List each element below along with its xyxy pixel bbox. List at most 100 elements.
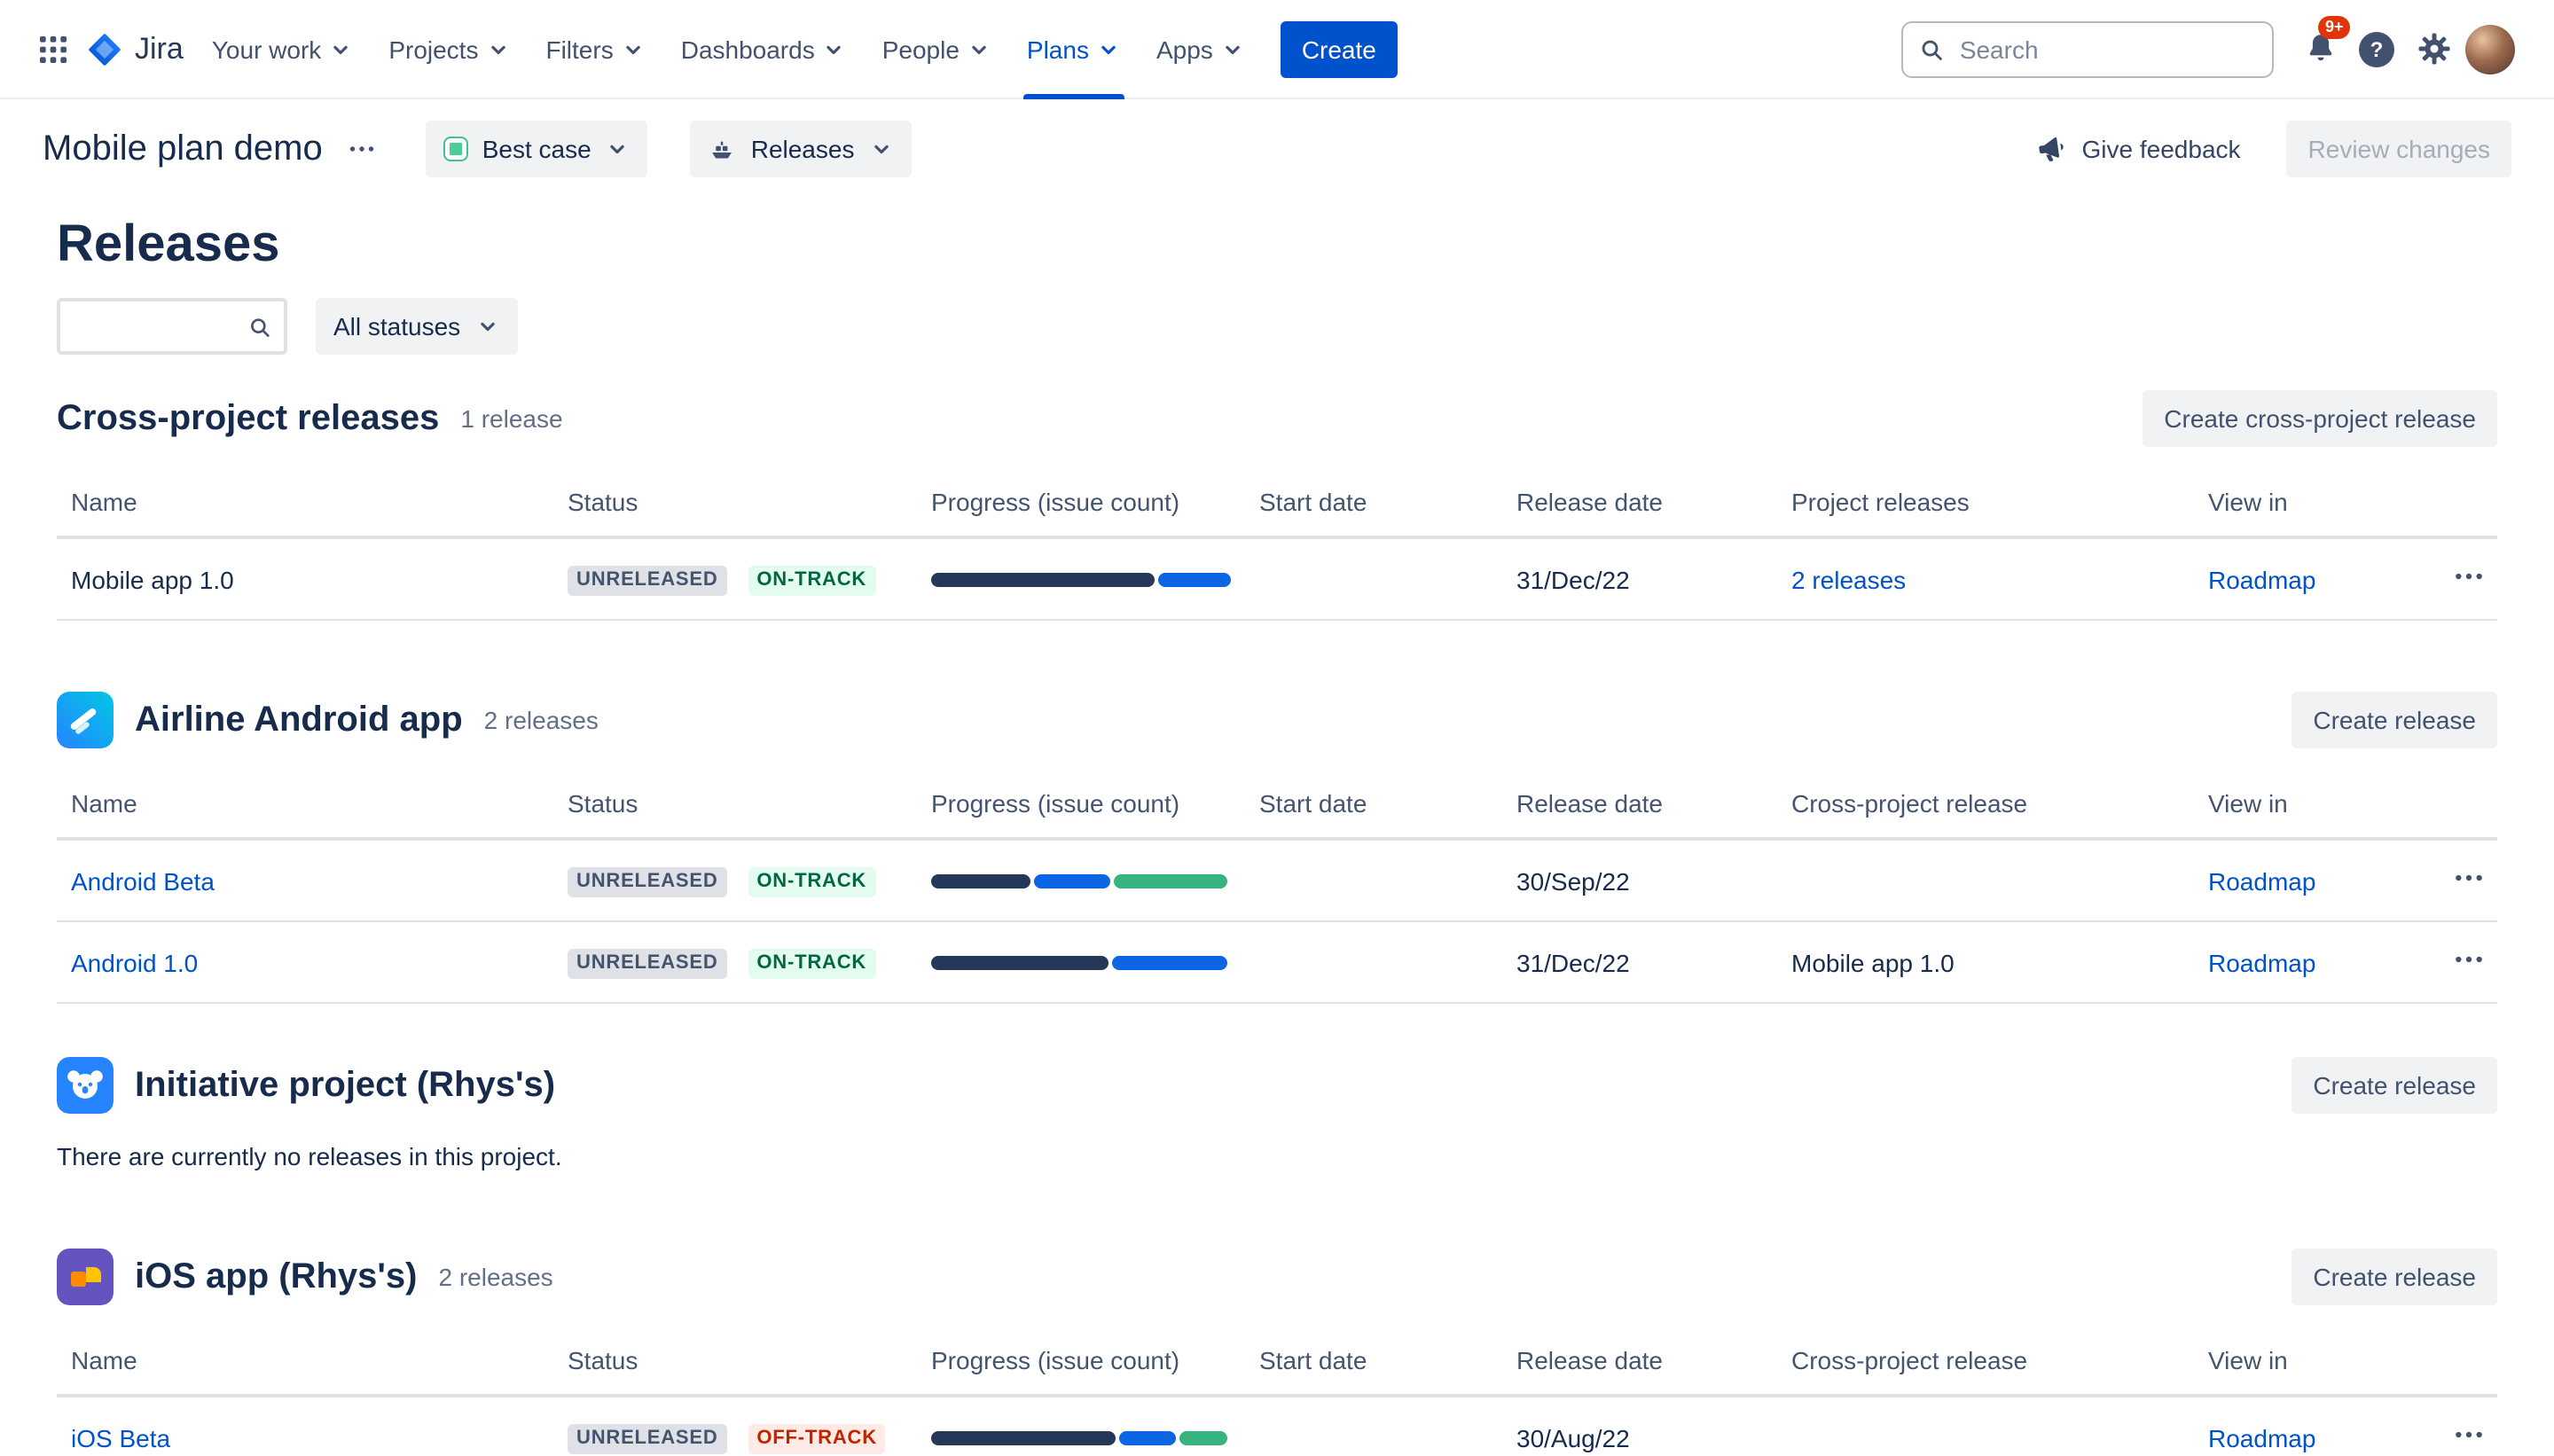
cross-project-release-cell: Mobile app 1.0: [1777, 948, 2194, 976]
column-header-status: Status: [553, 1346, 917, 1374]
nav-plans[interactable]: Plans: [1009, 0, 1139, 98]
notification-badge: 9+: [2318, 15, 2351, 38]
nav-label: Plans: [1027, 35, 1089, 63]
row-actions-button[interactable]: [2451, 1417, 2487, 1456]
progress-bar: [931, 873, 1233, 888]
section-title: Cross-project releases: [57, 398, 439, 439]
actions-cell: [2426, 559, 2497, 599]
create-button[interactable]: Create: [1281, 20, 1398, 77]
help-button[interactable]: ?: [2348, 20, 2405, 77]
column-header-progress: Progress (issue count): [917, 488, 1245, 516]
actions-cell: [2426, 860, 2497, 901]
roadmap-link[interactable]: Roadmap: [2208, 565, 2315, 593]
release-date-cell: 31/Dec/22: [1502, 948, 1777, 976]
create-cross-project-release-button[interactable]: Create cross-project release: [2143, 390, 2497, 447]
scenario-label: Best case: [482, 135, 591, 163]
release-search-input[interactable]: [74, 310, 247, 342]
status-cell: UNRELEASED OFF-TRACK: [553, 1420, 917, 1455]
column-header-progress: Progress (issue count): [917, 789, 1245, 818]
chevron-down-icon: [485, 36, 510, 61]
scenario-color-swatch: [443, 137, 468, 161]
create-release-button[interactable]: Create release: [2292, 1249, 2497, 1305]
airline-android-app-section: Airline Android app 2 releases Create re…: [57, 685, 2497, 1004]
section-title: Initiative project (Rhys's): [135, 1065, 555, 1106]
row-actions-button[interactable]: [2451, 942, 2487, 982]
release-name-link[interactable]: iOS Beta: [71, 1423, 170, 1452]
jira-releases-page: Jira Your work Projects Filters Dashboar…: [0, 0, 2554, 1456]
column-header-view-in: View in: [2194, 1346, 2426, 1374]
section-title: iOS app (Rhys's): [135, 1256, 417, 1297]
view-selector[interactable]: Releases: [691, 121, 912, 177]
global-search-input[interactable]: [1956, 33, 2258, 65]
nav-dashboards[interactable]: Dashboards: [663, 0, 865, 98]
ios-app-section: iOS app (Rhys's) 2 releases Create relea…: [57, 1241, 2497, 1456]
column-header-release-date: Release date: [1502, 488, 1777, 516]
global-search[interactable]: [1901, 20, 2274, 77]
roadmap-link[interactable]: Roadmap: [2208, 948, 2315, 976]
roadmap-link[interactable]: Roadmap: [2208, 1423, 2315, 1452]
release-name-link[interactable]: Android Beta: [71, 866, 215, 895]
plan-more-button[interactable]: [337, 124, 387, 174]
settings-button[interactable]: [2405, 20, 2462, 77]
kebab-icon: [2451, 559, 2487, 594]
view-in-cell: Roadmap: [2194, 948, 2426, 976]
roadmap-link[interactable]: Roadmap: [2208, 866, 2315, 895]
nav-people[interactable]: People: [865, 0, 1009, 98]
column-header-view-in: View in: [2194, 789, 2426, 818]
release-name-cell: Android Beta: [57, 866, 553, 895]
project-avatar-ios-app: [57, 1249, 114, 1305]
status-cell: UNRELEASED ON-TRACK: [553, 863, 917, 898]
project-releases-cell: 2 releases: [1777, 565, 2194, 593]
project-avatar-initiative-project: [57, 1057, 114, 1114]
create-release-button[interactable]: Create release: [2292, 1057, 2497, 1114]
kebab-icon: [2451, 942, 2487, 977]
jira-logo-text: Jira: [135, 31, 184, 67]
project-releases-link[interactable]: 2 releases: [1791, 565, 1906, 593]
status-filter-dropdown[interactable]: All statuses: [316, 298, 517, 355]
table-header-row: Name Status Progress (issue count) Start…: [57, 770, 2497, 841]
plan-header: Mobile plan demo Best case Releases: [0, 99, 2554, 199]
review-changes-button[interactable]: Review changes: [2287, 121, 2511, 177]
release-name-link[interactable]: Android 1.0: [71, 948, 198, 976]
progress-bar: [931, 572, 1233, 586]
jira-logo[interactable]: Jira: [85, 29, 184, 68]
kebab-icon: [2451, 860, 2487, 896]
column-header-status: Status: [553, 488, 917, 516]
profile-button[interactable]: [2462, 20, 2519, 77]
create-release-button[interactable]: Create release: [2292, 692, 2497, 748]
column-header-start-date: Start date: [1245, 488, 1502, 516]
row-actions-button[interactable]: [2451, 559, 2487, 599]
progress-bar: [931, 1430, 1233, 1444]
release-date-cell: 31/Dec/22: [1502, 565, 1777, 593]
chevron-down-icon: [606, 137, 631, 161]
section-header: iOS app (Rhys's) 2 releases Create relea…: [57, 1241, 2497, 1312]
nav-projects[interactable]: Projects: [371, 0, 528, 98]
app-switcher-button[interactable]: [25, 20, 82, 77]
nav-your-work[interactable]: Your work: [194, 0, 372, 98]
release-count: 2 releases: [438, 1263, 552, 1291]
release-count: 1 release: [460, 404, 562, 433]
kebab-icon: [2451, 1417, 2487, 1452]
jira-logo-icon: [85, 29, 124, 68]
chevron-down-icon: [328, 36, 353, 61]
nav-label: Dashboards: [681, 35, 815, 63]
progress-cell: [917, 572, 1245, 586]
row-actions-button[interactable]: [2451, 860, 2487, 901]
column-header-release-date: Release date: [1502, 1346, 1777, 1374]
ios-releases-table: Name Status Progress (issue count) Start…: [57, 1327, 2497, 1456]
status-cell: UNRELEASED ON-TRACK: [553, 561, 917, 597]
release-count: 2 releases: [484, 706, 599, 734]
scenario-selector[interactable]: Best case: [426, 121, 648, 177]
release-name-cell: Android 1.0: [57, 948, 553, 976]
page-title: Releases: [57, 213, 2497, 277]
table-header-row: Name Status Progress (issue count) Start…: [57, 468, 2497, 539]
ship-icon: [709, 135, 737, 163]
chevron-down-icon: [822, 36, 847, 61]
track-status-badge: ON-TRACK: [748, 565, 875, 597]
notifications-button[interactable]: 9+: [2292, 20, 2348, 77]
nav-apps[interactable]: Apps: [1139, 0, 1263, 98]
release-search[interactable]: [57, 298, 287, 355]
nav-filters[interactable]: Filters: [528, 0, 662, 98]
give-feedback-button[interactable]: Give feedback: [2036, 133, 2241, 165]
app-switcher-icon: [35, 31, 71, 67]
